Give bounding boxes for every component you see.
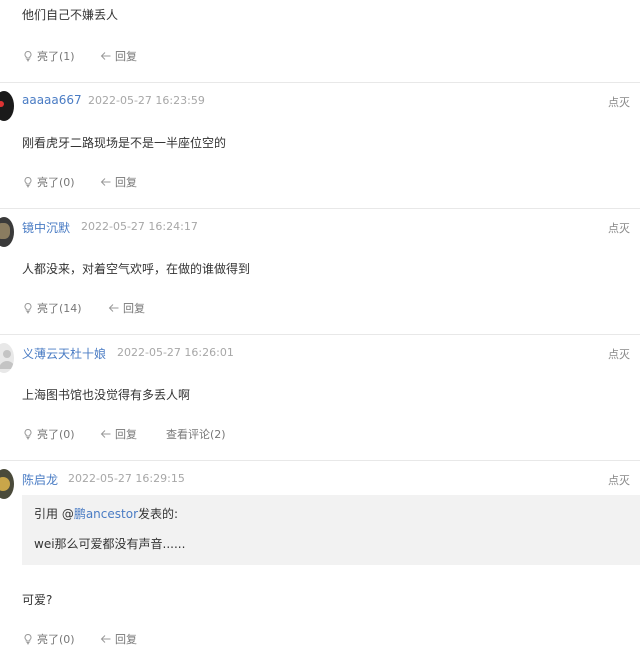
like-button[interactable]: 亮了(0) xyxy=(22,631,75,647)
reply-button[interactable]: 回复 xyxy=(108,300,145,316)
view-comments-button[interactable]: 查看评论(2) xyxy=(166,426,226,442)
quote-prefix: 引用 @ xyxy=(34,507,74,521)
like-label: 亮了(1) xyxy=(37,50,75,63)
reply-icon xyxy=(100,635,111,643)
like-button[interactable]: 亮了(1) xyxy=(22,48,75,64)
comment-text: 刚看虎牙二路现场是不是一半座位空的 xyxy=(22,136,227,150)
avatar[interactable] xyxy=(0,91,14,121)
comment-text: 可爱? xyxy=(22,593,53,607)
like-label: 亮了(14) xyxy=(37,302,82,315)
timestamp: 2022-05-27 16:23:59 xyxy=(88,94,205,107)
like-label: 亮了(0) xyxy=(37,428,75,441)
quote-suffix: 发表的: xyxy=(138,507,179,521)
report-button[interactable]: 点灭 xyxy=(608,220,630,236)
timestamp: 2022-05-27 16:26:01 xyxy=(117,346,234,359)
reply-label: 回复 xyxy=(123,302,145,315)
reply-label: 回复 xyxy=(115,176,137,189)
report-button[interactable]: 点灭 xyxy=(608,94,630,110)
like-label: 亮了(0) xyxy=(37,176,75,189)
reply-label: 回复 xyxy=(115,50,137,63)
separator xyxy=(0,208,640,209)
reply-icon xyxy=(100,430,111,438)
lightbulb-icon xyxy=(24,428,32,440)
lightbulb-icon xyxy=(24,176,32,188)
separator xyxy=(0,334,640,335)
avatar[interactable] xyxy=(0,217,14,247)
reply-icon xyxy=(100,178,111,186)
quote-header: 引用 @鹏ancestor发表的: xyxy=(34,505,178,522)
comment-text: 上海图书馆也没觉得有多丢人啊 xyxy=(22,388,191,402)
username[interactable]: 镜中沉默 xyxy=(22,219,70,236)
lightbulb-icon xyxy=(24,50,32,62)
quote-user[interactable]: 鹏ancestor xyxy=(74,507,138,521)
reply-button[interactable]: 回复 xyxy=(100,174,137,190)
avatar[interactable] xyxy=(0,469,14,499)
separator xyxy=(0,460,640,461)
separator xyxy=(0,82,640,83)
quote-block: 引用 @鹏ancestor发表的: wei那么可爱都没有声音...... xyxy=(22,495,640,565)
username[interactable]: 陈启龙 xyxy=(22,471,58,488)
reply-label: 回复 xyxy=(115,428,137,441)
reply-icon xyxy=(100,52,111,60)
avatar[interactable] xyxy=(0,343,14,373)
quote-text: wei那么可爱都没有声音...... xyxy=(34,537,186,551)
username[interactable]: aaaaa667 xyxy=(22,93,82,107)
view-comments-label: 查看评论(2) xyxy=(166,428,226,441)
timestamp: 2022-05-27 16:24:17 xyxy=(81,220,198,233)
username[interactable]: 义薄云天杜十娘 xyxy=(22,345,106,362)
reply-button[interactable]: 回复 xyxy=(100,426,137,442)
reply-icon xyxy=(108,304,119,312)
like-button[interactable]: 亮了(14) xyxy=(22,300,82,316)
lightbulb-icon xyxy=(24,302,32,314)
like-label: 亮了(0) xyxy=(37,633,75,646)
comment-text: 人都没来，对着空气欢呼，在做的谁做得到 xyxy=(22,262,251,276)
default-user-icon xyxy=(0,350,14,369)
timestamp: 2022-05-27 16:29:15 xyxy=(68,472,185,485)
lightbulb-icon xyxy=(24,633,32,645)
like-button[interactable]: 亮了(0) xyxy=(22,174,75,190)
reply-label: 回复 xyxy=(115,633,137,646)
reply-button[interactable]: 回复 xyxy=(100,631,137,647)
report-button[interactable]: 点灭 xyxy=(608,472,630,488)
comment-text: 他们自己不嫌丢人 xyxy=(22,8,119,22)
report-button[interactable]: 点灭 xyxy=(608,346,630,362)
reply-button[interactable]: 回复 xyxy=(100,48,137,64)
like-button[interactable]: 亮了(0) xyxy=(22,426,75,442)
